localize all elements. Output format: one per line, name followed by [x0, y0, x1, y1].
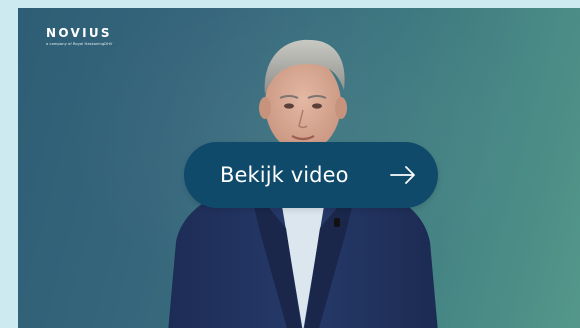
watch-video-label: Bekijk video: [220, 163, 349, 187]
arrow-right-icon: [390, 166, 415, 184]
novius-logo: NOVIUS: [46, 26, 112, 40]
logo-tagline: a company of Royal HaskoningDHV: [46, 42, 113, 46]
video-thumbnail[interactable]: NOVIUS a company of Royal HaskoningDHV B…: [18, 8, 580, 328]
watch-video-button[interactable]: Bekijk video: [184, 142, 438, 208]
